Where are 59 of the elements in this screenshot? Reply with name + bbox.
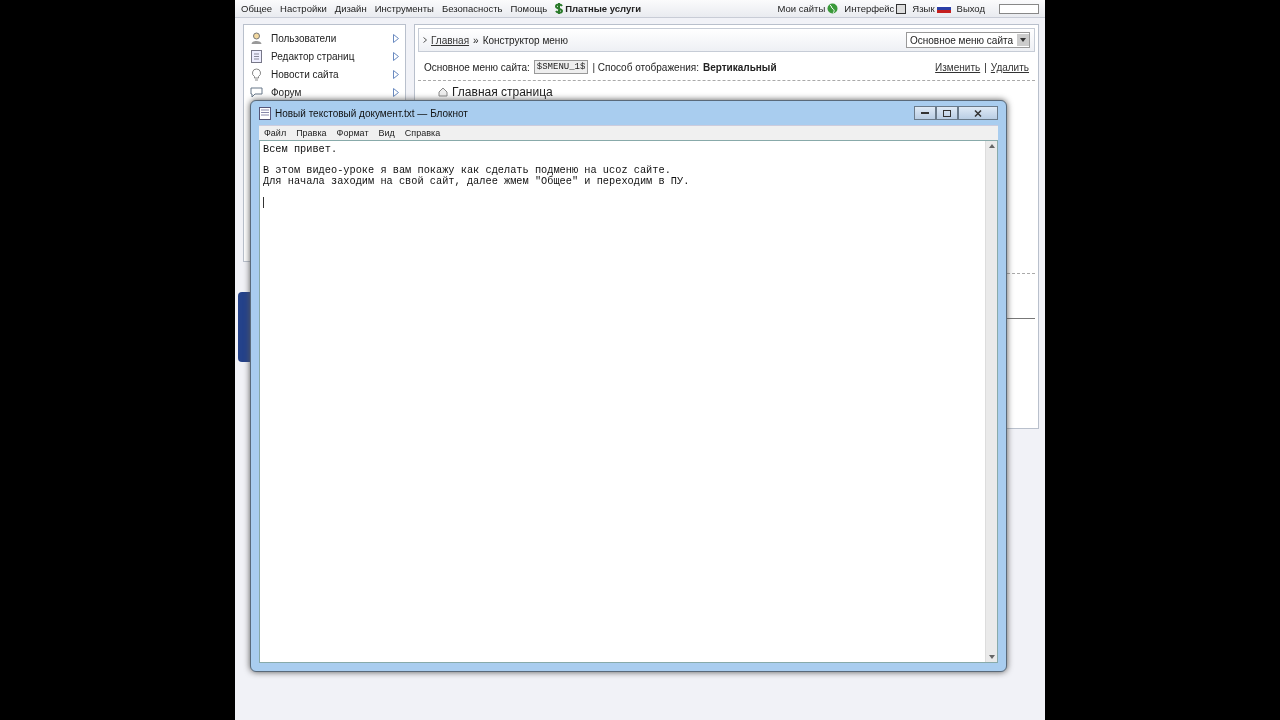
lightbulb-icon (250, 67, 263, 81)
menu-item[interactable]: Формат (331, 128, 374, 138)
maximize-button[interactable] (936, 106, 958, 120)
breadcrumb-link[interactable]: Главная (431, 34, 470, 46)
nav-link[interactable]: Интерфейс (844, 3, 907, 14)
sidebar-item[interactable]: Форум (271, 86, 385, 98)
nav-link[interactable]: Платные услуги (555, 3, 642, 14)
nav-link[interactable]: Язык (912, 3, 951, 14)
nav-link[interactable]: Выход (956, 3, 985, 14)
menu-item[interactable]: Файл (259, 128, 292, 138)
user-icon (250, 31, 263, 45)
mode-value: Вертикальный (702, 61, 777, 73)
window-icon (896, 3, 907, 14)
caret-icon (1020, 38, 1026, 42)
nav-link[interactable]: Безопасность (441, 3, 503, 14)
nav-link[interactable]: Помощь (510, 3, 548, 14)
menu-dropdown[interactable]: Основное меню сайта (906, 32, 1030, 48)
close-icon (974, 109, 982, 117)
globe-icon (827, 3, 839, 14)
search-field[interactable] (999, 3, 1039, 14)
action-link[interactable]: Изменить (935, 61, 981, 73)
text-line: В этом видео-уроке я вам покажу как сделать подменю на ucoz сайте. (263, 165, 672, 176)
nav-link[interactable]: Инструменты (374, 3, 434, 14)
minimize-button[interactable] (914, 106, 936, 120)
close-button[interactable] (958, 106, 998, 120)
link-separator: | (984, 61, 987, 73)
breadcrumb-separator: » (473, 34, 479, 46)
menu-item[interactable]: Правка (291, 128, 332, 138)
scroll-up-icon (988, 144, 995, 148)
text-cursor (263, 196, 264, 208)
nav-link[interactable]: Мои сайты (777, 3, 839, 14)
breadcrumb-current: Конструктор меню (482, 34, 568, 46)
text-line: Для начала заходим на свой сайт, далее жмем "Общее" и переходим в ПУ. (263, 175, 691, 186)
maximize-icon (943, 109, 951, 117)
chevron-icon (423, 37, 427, 43)
sidebar-item[interactable]: Новости сайта (271, 68, 385, 80)
nav-link[interactable]: Дизайн (334, 3, 367, 14)
speech-bubble-icon (250, 86, 263, 98)
menu-item[interactable]: Вид (373, 128, 400, 138)
nav-link[interactable]: Общее (241, 3, 273, 14)
scroll-down-icon (988, 655, 995, 659)
sidebar-item[interactable]: Пользователи (271, 32, 385, 44)
home-icon (438, 87, 448, 97)
mode-label: | Способ отображения: (592, 61, 699, 73)
tree-item[interactable]: Главная страница (452, 85, 553, 99)
flag-icon (936, 4, 951, 13)
notepad-icon (259, 106, 271, 120)
window-title: Новый текстовый документ.txt — Блокнот (275, 107, 468, 119)
action-link[interactable]: Удалить (990, 61, 1029, 73)
menu-label: Основное меню сайта: (424, 61, 530, 73)
document-icon (250, 49, 263, 63)
text-line: Всем привет. (263, 144, 339, 155)
minimize-icon (921, 111, 929, 115)
dollar-icon (555, 3, 564, 14)
code-field[interactable]: $SMENU_1$ (533, 60, 589, 74)
nav-link[interactable]: Настройки (280, 3, 327, 14)
scrollbar[interactable] (985, 141, 997, 662)
menu-item[interactable]: Справка (399, 128, 446, 138)
sidebar-item[interactable]: Редактор страниц (271, 50, 385, 62)
